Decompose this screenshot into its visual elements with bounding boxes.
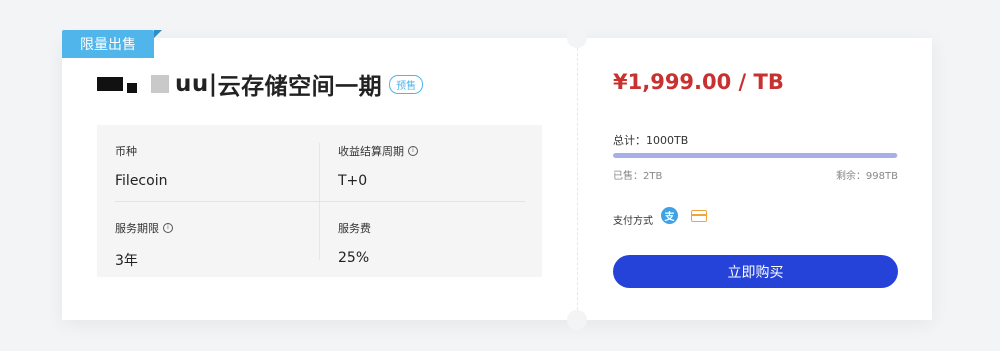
payment-method-label: 支付方式	[613, 216, 653, 227]
card-notch-top	[567, 28, 587, 48]
detail-fee-value: 25%	[338, 250, 370, 266]
product-title: 云存储空间一期	[217, 74, 383, 100]
redacted-title-prefix	[97, 75, 169, 93]
sold-amount: 已售：2TB	[613, 171, 663, 182]
details-divider-horizontal	[115, 201, 525, 202]
detail-service-period: 服务期限 i 3年	[115, 220, 173, 270]
sales-progress-fill	[613, 153, 898, 158]
detail-service-fee: 服务费 25%	[338, 220, 371, 266]
sales-progress-bar	[613, 153, 898, 158]
card-icon[interactable]	[691, 210, 707, 222]
detail-fee-label: 服务费	[338, 222, 371, 235]
total-capacity: 总计：1000TB	[613, 134, 689, 147]
info-icon[interactable]: i	[408, 146, 418, 156]
alipay-icon[interactable]: 支	[661, 207, 678, 224]
ribbon-fold	[154, 30, 162, 38]
detail-coin: 币种 Filecoin	[115, 143, 167, 189]
detail-settlement-label: 收益结算周期	[338, 145, 404, 158]
limited-sale-ribbon: 限量出售	[62, 30, 154, 58]
buy-now-button[interactable]: 立即购买	[613, 255, 898, 288]
detail-coin-label: 币种	[115, 145, 137, 158]
product-title-partial: uu|	[175, 71, 218, 97]
unit-price: ¥1,999.00 / TB	[613, 70, 784, 94]
detail-period-value: 3年	[115, 253, 138, 269]
card-notch-bottom	[567, 310, 587, 330]
detail-settlement-value: T+0	[338, 173, 368, 189]
product-details: 币种 Filecoin 收益结算周期 i T+0 服务期限 i 3年 服务费 2…	[97, 125, 542, 277]
detail-coin-value: Filecoin	[115, 173, 168, 189]
detail-period-label: 服务期限	[115, 222, 159, 235]
remaining-amount: 剩余：998TB	[835, 171, 898, 182]
card-divider	[577, 38, 578, 320]
info-icon[interactable]: i	[163, 223, 173, 233]
presale-tag: 预售	[389, 74, 424, 94]
detail-settlement-cycle: 收益结算周期 i T+0	[338, 143, 418, 189]
product-title-row: uu| 云存储空间一期 预售	[97, 70, 424, 100]
